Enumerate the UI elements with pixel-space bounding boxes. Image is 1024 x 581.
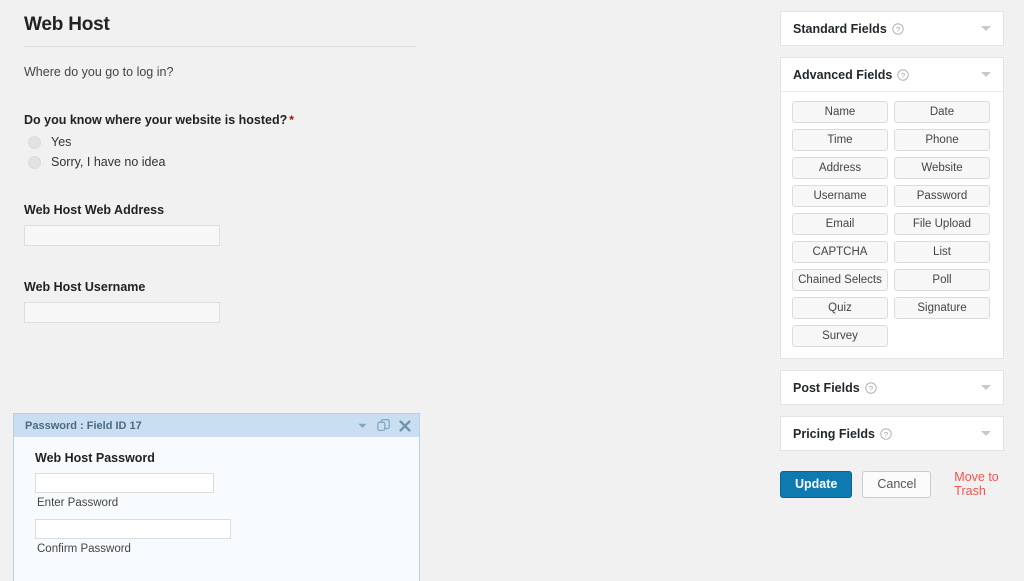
- enter-password-input[interactable]: [35, 473, 214, 493]
- field-button-chained-selects[interactable]: Chained Selects: [792, 269, 888, 291]
- field-button-name[interactable]: Name: [792, 101, 888, 123]
- field-button-poll[interactable]: Poll: [894, 269, 990, 291]
- chevron-down-icon[interactable]: [981, 385, 991, 390]
- form-description: Where do you go to log in?: [24, 65, 174, 79]
- confirm-password-sublabel: Confirm Password: [37, 543, 131, 555]
- form-field-username[interactable]: Web Host Username: [0, 280, 440, 323]
- chevron-down-icon[interactable]: [981, 431, 991, 436]
- required-asterisk: *: [289, 113, 294, 127]
- field-button-password[interactable]: Password: [894, 185, 990, 207]
- field-button-email[interactable]: Email: [792, 213, 888, 235]
- advanced-field-button-grid: Name Date Time Phone Address Website Use…: [792, 101, 992, 347]
- field-button-file-upload[interactable]: File Upload: [894, 213, 990, 235]
- panel-standard-fields: Standard Fields ?: [780, 11, 1004, 46]
- help-circle-icon[interactable]: ?: [880, 427, 892, 440]
- help-circle-icon[interactable]: ?: [892, 22, 904, 35]
- selected-field-toolbar: [357, 419, 411, 432]
- svg-text:?: ?: [901, 70, 905, 79]
- svg-text:?: ?: [869, 383, 873, 392]
- confirm-password-input[interactable]: [35, 519, 231, 539]
- update-button[interactable]: Update: [780, 470, 853, 498]
- panel-header-advanced-fields[interactable]: Advanced Fields ?: [781, 58, 1003, 91]
- chevron-down-icon[interactable]: [357, 420, 368, 431]
- form-field-web-address[interactable]: Web Host Web Address: [0, 203, 440, 246]
- radio-option-label: Yes: [51, 135, 72, 149]
- field-button-address[interactable]: Address: [792, 157, 888, 179]
- chevron-down-icon[interactable]: [981, 26, 991, 31]
- page-title: Web Host: [24, 14, 110, 35]
- panel-title: Standard Fields: [793, 21, 887, 36]
- field-label: Do you know where your website is hosted…: [24, 113, 294, 127]
- panel-header-post-fields[interactable]: Post Fields ?: [781, 371, 1003, 404]
- field-button-list[interactable]: List: [894, 241, 990, 263]
- enter-password-sublabel: Enter Password: [37, 497, 119, 509]
- help-circle-icon[interactable]: ?: [864, 381, 877, 394]
- cancel-button[interactable]: Cancel: [862, 470, 932, 498]
- field-button-signature[interactable]: Signature: [894, 297, 990, 319]
- radio-option-no-idea[interactable]: Sorry, I have no idea: [24, 155, 416, 169]
- panel-body-advanced-fields: Name Date Time Phone Address Website Use…: [781, 91, 1003, 358]
- panel-post-fields: Post Fields ?: [780, 370, 1004, 405]
- radio-option-yes[interactable]: Yes: [24, 135, 416, 149]
- radio-button-icon[interactable]: [28, 155, 41, 169]
- panel-title: Advanced Fields: [793, 67, 893, 82]
- selected-field-body: Web Host Password Enter Password Confirm…: [14, 437, 419, 555]
- web-address-input[interactable]: [24, 225, 220, 246]
- field-button-quiz[interactable]: Quiz: [792, 297, 888, 319]
- field-label: Web Host Web Address: [24, 203, 165, 217]
- selected-field-panel-password[interactable]: Password : Field ID 17 Web Host Password…: [13, 413, 420, 581]
- chevron-down-icon[interactable]: [981, 72, 991, 77]
- field-label: Web Host Username: [24, 280, 146, 294]
- selected-field-header: Password : Field ID 17: [14, 414, 419, 437]
- field-button-date[interactable]: Date: [894, 101, 990, 123]
- panel-title: Pricing Fields: [793, 426, 875, 441]
- form-field-radio[interactable]: Do you know where your website is hosted…: [0, 113, 440, 169]
- svg-text:?: ?: [896, 24, 900, 33]
- close-icon[interactable]: [399, 419, 411, 432]
- selected-field-title: Password : Field ID 17: [25, 419, 142, 432]
- panel-header-pricing-fields[interactable]: Pricing Fields ?: [781, 417, 1003, 450]
- radio-option-label: Sorry, I have no idea: [51, 155, 166, 169]
- form-actions: Update Cancel Move to Trash: [780, 470, 1004, 498]
- radio-button-icon[interactable]: [28, 135, 41, 149]
- move-to-trash-link[interactable]: Move to Trash: [954, 470, 1004, 498]
- help-circle-icon[interactable]: ?: [897, 68, 910, 81]
- panel-advanced-fields: Advanced Fields ? Name Date Time Phone A…: [780, 57, 1004, 359]
- username-input[interactable]: [24, 302, 220, 323]
- field-button-captcha[interactable]: CAPTCHA: [792, 241, 888, 263]
- duplicate-icon[interactable]: [377, 419, 390, 432]
- panel-title: Post Fields: [793, 380, 860, 395]
- field-button-phone[interactable]: Phone: [894, 129, 990, 151]
- fields-sidebar: Standard Fields ? Advanced Fields ? Name…: [780, 11, 1004, 498]
- panel-header-standard-fields[interactable]: Standard Fields ?: [781, 12, 1003, 45]
- field-button-website[interactable]: Website: [894, 157, 990, 179]
- svg-text:?: ?: [884, 429, 888, 438]
- panel-pricing-fields: Pricing Fields ?: [780, 416, 1004, 451]
- field-label: Web Host Password: [35, 451, 155, 465]
- form-editor-page: Web Host Where do you go to log in? Do y…: [0, 0, 1024, 581]
- field-button-survey[interactable]: Survey: [792, 325, 888, 347]
- field-button-username[interactable]: Username: [792, 185, 888, 207]
- field-button-time[interactable]: Time: [792, 129, 888, 151]
